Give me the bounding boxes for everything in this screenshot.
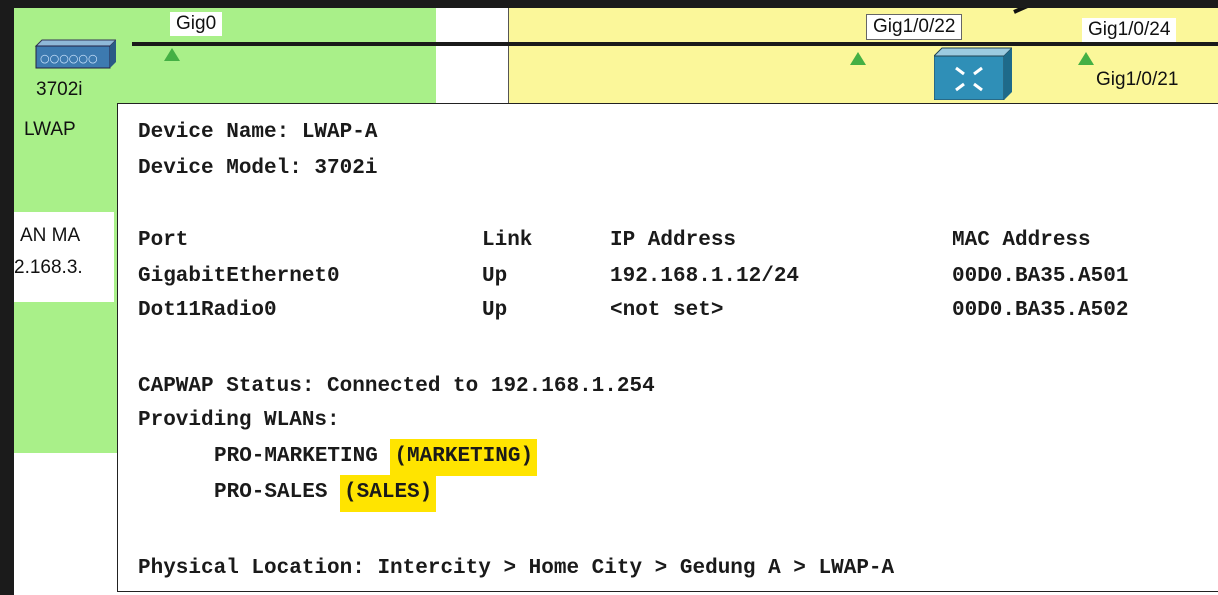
- wlan-entry: PRO-MARKETING (MARKETING): [214, 439, 538, 476]
- link-status-up-icon: [1078, 52, 1094, 65]
- row-link: Up: [482, 265, 508, 288]
- topology-canvas[interactable]: ○○○○○○ Gig0 3702i LWAP AN MA 2.168.3. Gi…: [14, 8, 1218, 595]
- col-header-port: Port: [138, 229, 189, 252]
- ap-port-label: Gig0: [170, 12, 223, 36]
- wlan-group-highlight: (MARKETING): [390, 439, 538, 476]
- network-link[interactable]: [132, 42, 1218, 46]
- providing-wlans-label: Providing WLANs:: [138, 409, 340, 432]
- row-mac: 00D0.BA35.A502: [952, 299, 1129, 322]
- zone-divider: [508, 8, 509, 103]
- left-partial-ip: 2.168.3.: [14, 257, 83, 278]
- row-ip: <not set>: [610, 299, 724, 322]
- switch-port-label-a: Gig1/0/22: [866, 14, 963, 40]
- device-model: Device Model: 3702i: [138, 157, 378, 180]
- device-info-tooltip: Device Name: LWAP-A Device Model: 3702i …: [117, 103, 1218, 592]
- capwap-status: CAPWAP Status: Connected to 192.168.1.25…: [138, 375, 655, 398]
- col-header-link: Link: [482, 229, 533, 252]
- link-status-up-icon: [850, 52, 866, 65]
- access-point-icon[interactable]: ○○○○○○: [26, 38, 116, 76]
- col-header-ip: IP Address: [610, 229, 737, 252]
- physical-location: Physical Location: Intercity > Home City…: [138, 557, 895, 580]
- switch-port-label-b: Gig1/0/24: [1082, 18, 1177, 42]
- device-name: Device Name: LWAP-A: [138, 121, 378, 144]
- ap-model-label: 3702i: [36, 79, 83, 100]
- left-partial-label: AN MA: [20, 225, 81, 246]
- row-port: GigabitEthernet0: [138, 265, 340, 288]
- wlan-entry: PRO-SALES (SALES): [214, 475, 437, 512]
- switch-port-label-c: Gig1/0/21: [1096, 69, 1179, 90]
- wlan-name: PRO-SALES: [214, 481, 328, 504]
- col-header-mac: MAC Address: [952, 229, 1091, 252]
- switch-icon[interactable]: [934, 46, 1012, 100]
- ap-name-label: LWAP: [24, 119, 76, 140]
- wlan-name: PRO-MARKETING: [214, 445, 378, 468]
- row-link: Up: [482, 299, 508, 322]
- wlan-group-highlight: (SALES): [340, 475, 437, 512]
- svg-text:○○○○○○: ○○○○○○: [40, 52, 98, 65]
- row-mac: 00D0.BA35.A501: [952, 265, 1129, 288]
- white-area-zone: [436, 8, 509, 103]
- link-status-up-icon: [164, 48, 180, 61]
- row-ip: 192.168.1.12/24: [610, 265, 800, 288]
- row-port: Dot11Radio0: [138, 299, 277, 322]
